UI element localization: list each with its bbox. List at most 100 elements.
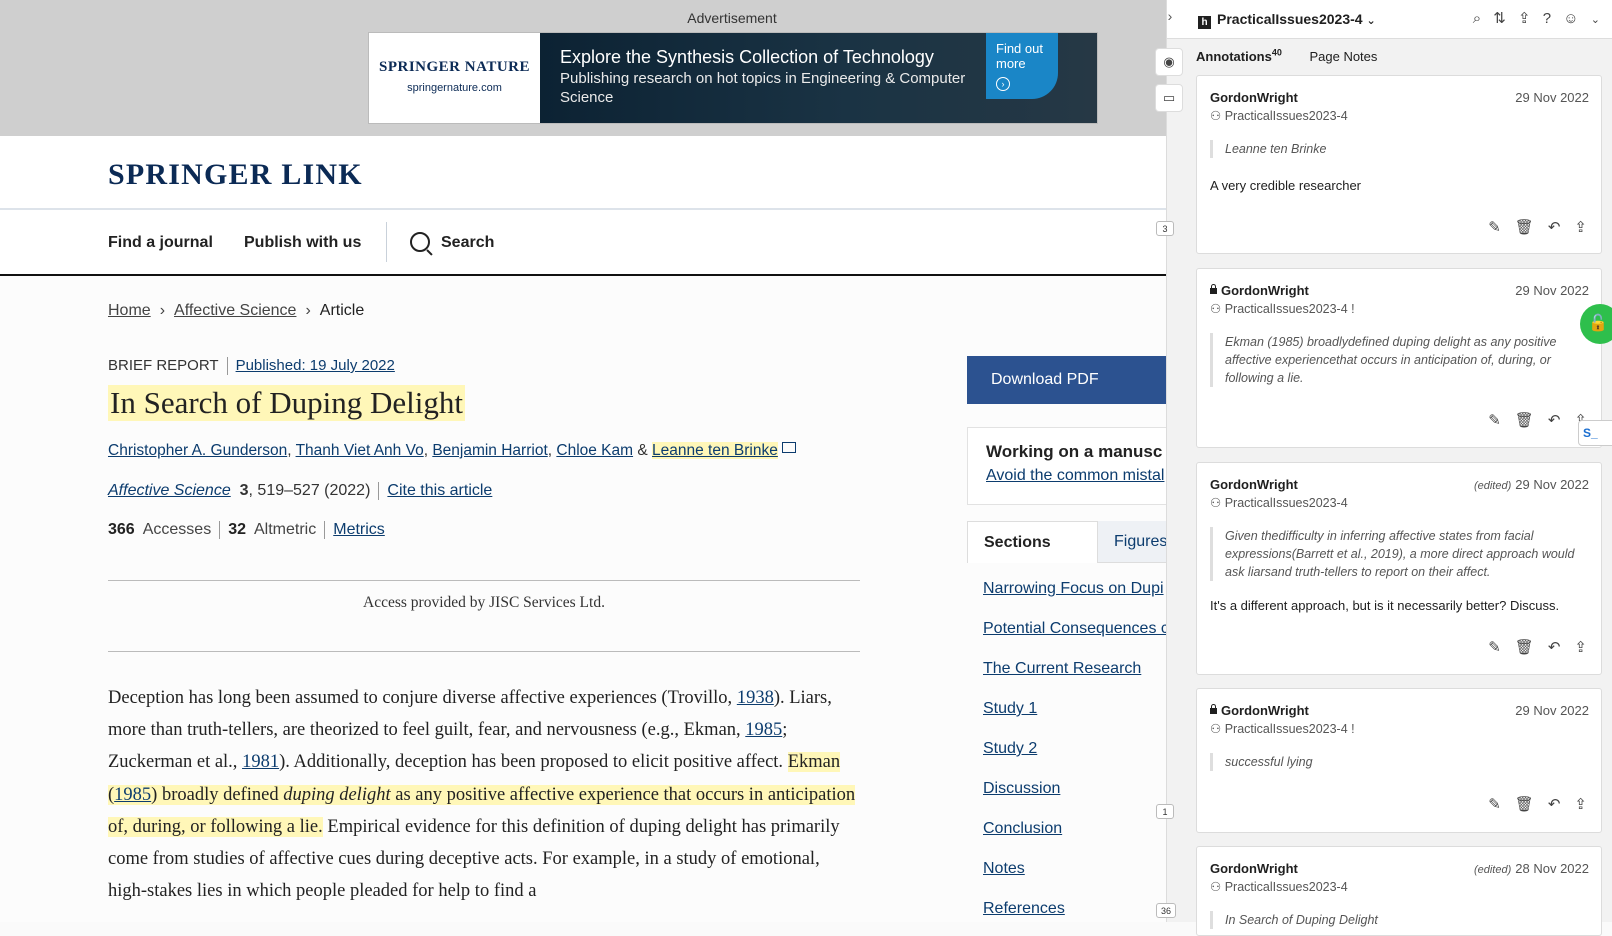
annotation-user[interactable]: GordonWright: [1210, 477, 1298, 492]
section-link[interactable]: Narrowing Focus on Dupi: [983, 580, 1164, 598]
breadcrumb-journal[interactable]: Affective Science: [174, 302, 296, 319]
sidebar-collapse-icon[interactable]: ›: [1161, 8, 1179, 30]
annotation-date[interactable]: (edited) 29 Nov 2022: [1474, 477, 1589, 492]
ad-subtitle: Publishing research on hot topics in Eng…: [560, 70, 966, 106]
altmetric-label: Altmetric: [254, 521, 317, 539]
section-link[interactable]: References: [983, 900, 1065, 918]
tab-page-notes[interactable]: Page Notes: [1309, 49, 1377, 64]
reply-icon[interactable]: ↶: [1548, 639, 1561, 656]
edit-icon[interactable]: ✎: [1488, 796, 1501, 813]
sidebar-divider: [1166, 0, 1167, 922]
download-pdf-button[interactable]: Download PDF: [967, 356, 1166, 404]
delete-icon[interactable]: 🗑: [1515, 219, 1534, 236]
tab-annotations[interactable]: Annotations40: [1196, 48, 1282, 64]
annotation-date[interactable]: (edited) 28 Nov 2022: [1474, 861, 1589, 876]
annotation-user[interactable]: GordonWright: [1210, 283, 1309, 298]
help-icon[interactable]: ?: [1543, 10, 1551, 27]
advertisement-banner[interactable]: SPRINGER NATURE springernature.com Explo…: [368, 32, 1098, 124]
delete-icon[interactable]: 🗑: [1515, 796, 1534, 813]
annotation-group-name: PracticalIssues2023-4: [1224, 109, 1348, 123]
section-link[interactable]: Notes: [983, 860, 1025, 878]
cite-article-link[interactable]: Cite this article: [387, 482, 492, 499]
ad-brand-panel: SPRINGER NATURE springernature.com: [369, 33, 540, 123]
annotation-bucket[interactable]: 36: [1156, 903, 1177, 918]
eye-icon[interactable]: ◉: [1155, 48, 1183, 76]
author-link[interactable]: Benjamin Harriot: [432, 442, 547, 459]
annotation-card[interactable]: GordonWright 29 Nov 2022 ⚇ PracticalIssu…: [1196, 688, 1602, 833]
springer-link-logo[interactable]: SPRINGER LINK: [108, 158, 363, 192]
author-link-highlighted[interactable]: Leanne ten Brinke: [652, 442, 778, 459]
chevron-down-icon[interactable]: ⌄: [1591, 14, 1600, 26]
edit-icon[interactable]: ✎: [1488, 219, 1501, 236]
section-link[interactable]: Study 1: [983, 700, 1037, 718]
search-icon[interactable]: ⌕: [1473, 10, 1481, 27]
metrics-link[interactable]: Metrics: [333, 521, 385, 538]
side-tab-s[interactable]: S_: [1578, 420, 1612, 446]
share-icon[interactable]: ⇪: [1574, 796, 1587, 813]
author-link[interactable]: Christopher A. Gunderson: [108, 442, 287, 459]
annotation-card[interactable]: GordonWright 29 Nov 2022 ⚇ PracticalIssu…: [1196, 268, 1602, 448]
citation-link[interactable]: 1985: [114, 785, 151, 805]
share-icon[interactable]: ⇪: [1574, 639, 1587, 656]
section-link[interactable]: Discussion: [983, 780, 1060, 798]
altmetric-count: 32: [228, 521, 246, 539]
ad-title: Explore the Synthesis Collection of Tech…: [560, 47, 934, 67]
edit-icon[interactable]: ✎: [1488, 412, 1501, 429]
section-link[interactable]: Study 2: [983, 740, 1037, 758]
annotation-date[interactable]: 29 Nov 2022: [1515, 283, 1589, 298]
annotation-card[interactable]: GordonWright (edited) 29 Nov 2022 ⚇ Pract…: [1196, 462, 1602, 675]
annotation-date[interactable]: 29 Nov 2022: [1515, 703, 1589, 718]
delete-icon[interactable]: 🗑: [1515, 412, 1534, 429]
search-icon[interactable]: [410, 232, 430, 252]
annotation-user[interactable]: GordonWright: [1210, 861, 1298, 876]
delete-icon[interactable]: 🗑: [1515, 639, 1534, 656]
body-text: ). Additionally, deception has been prop…: [279, 752, 788, 773]
section-link[interactable]: The Current Research: [983, 660, 1141, 678]
manuscript-link[interactable]: Avoid the common mistal: [986, 467, 1164, 485]
article-body: Deception has long been assumed to conju…: [108, 682, 860, 907]
group-icon: ⚇: [1210, 722, 1225, 736]
unlock-icon[interactable]: 🔓: [1580, 304, 1612, 344]
share-icon[interactable]: ⇪: [1574, 219, 1587, 236]
tab-sections[interactable]: Sections: [967, 521, 1098, 563]
ad-find-out-more-button[interactable]: Find out more ›: [986, 33, 1058, 99]
reply-icon[interactable]: ↶: [1548, 796, 1561, 813]
ad-cta-label: Find out more: [996, 41, 1043, 71]
note-icon[interactable]: ▭: [1155, 84, 1183, 112]
annotation-user[interactable]: GordonWright: [1210, 90, 1298, 105]
find-journal-link[interactable]: Find a journal: [108, 234, 213, 252]
journal-link[interactable]: Affective Science: [108, 482, 231, 499]
annotation-quote: In Search of Duping Delight: [1210, 911, 1593, 929]
author-link[interactable]: Chloe Kam: [556, 442, 633, 459]
citation-link[interactable]: 1938: [737, 688, 774, 708]
sort-icon[interactable]: ⇅: [1493, 10, 1506, 27]
breadcrumb-home[interactable]: Home: [108, 302, 151, 319]
chevron-down-icon: ⌄: [1366, 15, 1376, 27]
meta-divider: [226, 357, 228, 376]
user-icon[interactable]: ☺: [1563, 10, 1578, 27]
section-link[interactable]: Potential Consequences c: [983, 620, 1166, 638]
group-selector[interactable]: h PracticalIssues2023-4 ⌄: [1198, 11, 1376, 29]
citation-link[interactable]: 1985: [745, 720, 782, 740]
published-date-link[interactable]: Published: 19 July 2022: [236, 357, 395, 374]
share-icon[interactable]: ⇪: [1518, 10, 1531, 27]
author-link[interactable]: Thanh Viet Anh Vo: [296, 442, 424, 459]
reply-icon[interactable]: ↶: [1548, 219, 1561, 236]
mail-icon[interactable]: [781, 442, 796, 453]
sidebar-tools: ⌕ ⇅ ⇪ ? ☺ ⌄: [1465, 9, 1600, 27]
annotation-bucket[interactable]: 1: [1156, 804, 1174, 819]
annotation-user[interactable]: GordonWright: [1210, 703, 1309, 718]
publish-with-us-link[interactable]: Publish with us: [244, 234, 361, 252]
reply-icon[interactable]: ↶: [1548, 412, 1561, 429]
annotation-bucket[interactable]: 3: [1156, 221, 1174, 236]
annotation-card[interactable]: GordonWright 29 Nov 2022 ⚇ PracticalIssu…: [1196, 75, 1602, 254]
tab-figures[interactable]: Figures: [1098, 521, 1166, 563]
edit-icon[interactable]: ✎: [1488, 639, 1501, 656]
annotation-date[interactable]: 29 Nov 2022: [1515, 90, 1589, 105]
citation-link[interactable]: 1981: [242, 752, 279, 772]
annotation-card[interactable]: GordonWright (edited) 28 Nov 2022 ⚇ Pract…: [1196, 846, 1602, 936]
search-link[interactable]: Search: [441, 234, 494, 252]
body-emphasis: duping delight: [283, 784, 391, 805]
ad-image-panel: Explore the Synthesis Collection of Tech…: [540, 33, 1097, 123]
section-link[interactable]: Conclusion: [983, 820, 1062, 838]
